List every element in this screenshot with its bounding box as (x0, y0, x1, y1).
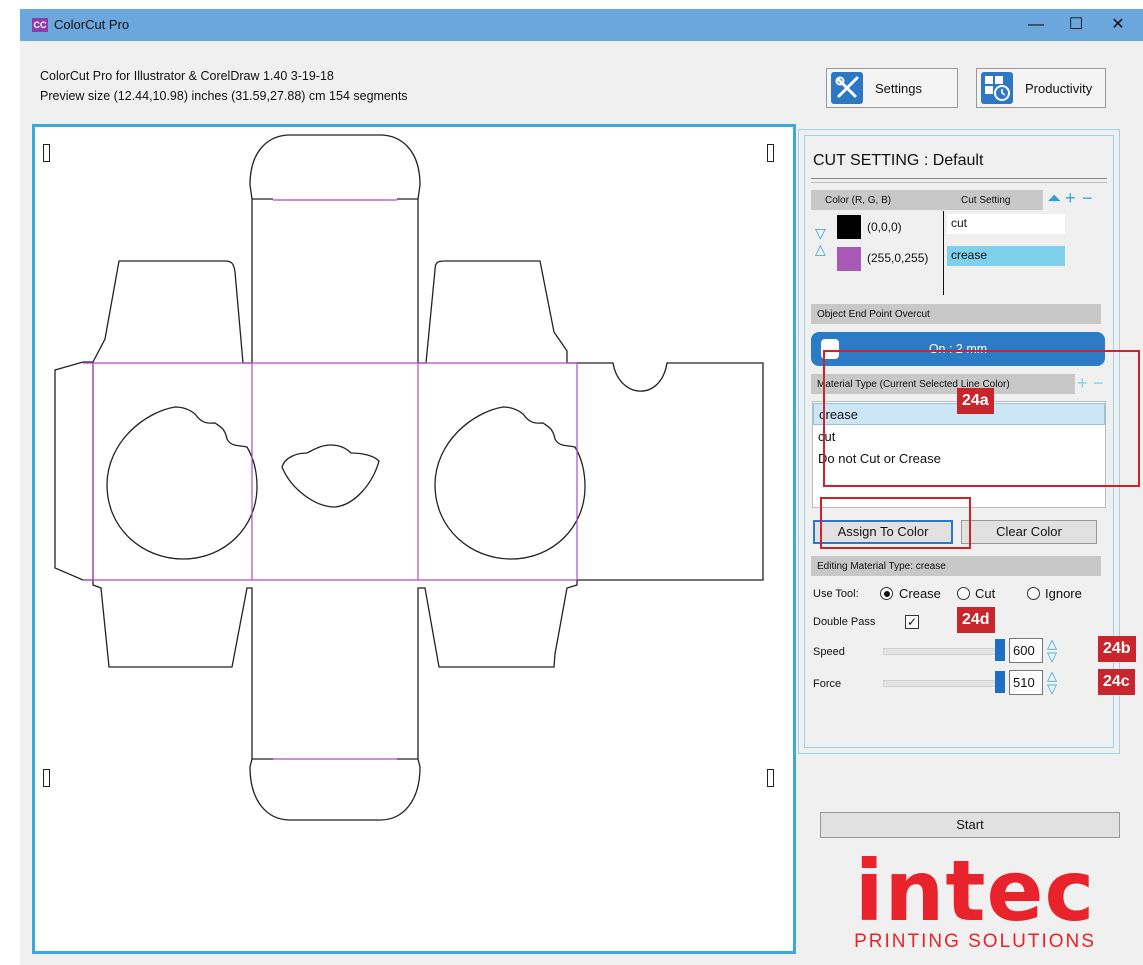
editing-header-label: Editing Material Type: crease (817, 561, 946, 572)
maximize-button[interactable]: ☐ (1056, 11, 1096, 39)
overcut-header-label: Object End Point Overcut (817, 309, 930, 320)
preview-canvas[interactable] (32, 124, 796, 954)
speed-input[interactable]: 600 (1009, 638, 1043, 663)
add-icon[interactable]: + (1065, 189, 1076, 207)
speed-slider-thumb[interactable] (995, 639, 1005, 661)
editing-header: Editing Material Type: crease (811, 556, 1101, 576)
version-text: ColorCut Pro for Illustrator & CorelDraw… (40, 69, 334, 83)
callout-24c: 24c (1098, 669, 1135, 695)
corner-marker (767, 769, 774, 787)
remove-icon[interactable]: − (1082, 189, 1093, 207)
rgb-value: (255,0,255) (867, 251, 929, 265)
minimize-button[interactable]: — (1016, 11, 1056, 39)
color-table-header: Color (R, G, B) Cut Setting (811, 190, 1043, 210)
title-bar: CC ColorCut Pro — ☐ ✕ (20, 9, 1143, 41)
rgb-value: (0,0,0) (867, 220, 902, 234)
tools-icon (831, 72, 863, 104)
intec-logo-subtitle: PRINTING SOLUTIONS (854, 931, 1096, 952)
speed-label: Speed (813, 646, 845, 658)
cut-radio-label: Cut (975, 586, 996, 601)
window-title: ColorCut Pro (54, 17, 130, 32)
speed-slider[interactable] (883, 648, 1005, 655)
ignore-radio[interactable] (1027, 587, 1040, 600)
divider (811, 182, 1107, 183)
start-button[interactable]: Start (820, 812, 1120, 838)
force-input[interactable]: 510 (1009, 670, 1043, 695)
move-up-icon[interactable]: ⏶ (1047, 189, 1061, 207)
col-color-header: Color (R, G, B) (825, 195, 892, 206)
color-swatch-magenta[interactable] (837, 247, 861, 271)
use-tool-label: Use Tool: (813, 588, 859, 600)
cut-setting-value[interactable]: cut (947, 214, 1065, 234)
callout-box-assign (820, 497, 971, 549)
main-window: ColorCut Pro for Illustrator & CorelDraw… (20, 41, 1143, 965)
cut-radio[interactable] (957, 587, 970, 600)
divider (811, 178, 1107, 179)
productivity-label: Productivity (1025, 80, 1093, 96)
dieline-drawing (54, 134, 764, 821)
force-slider[interactable] (883, 680, 1005, 687)
app-icon: CC (32, 18, 48, 32)
crease-radio[interactable] (880, 587, 893, 600)
overcut-header: Object End Point Overcut (811, 304, 1101, 324)
move-up-icon[interactable]: △ (815, 242, 826, 256)
speed-down-icon[interactable]: ▽ (1047, 650, 1057, 664)
force-slider-thumb[interactable] (995, 671, 1005, 693)
col-setting-header: Cut Setting (961, 195, 1011, 206)
callout-24a: 24a (957, 388, 994, 414)
corner-marker (43, 144, 50, 162)
move-down-icon[interactable]: ▽ (815, 226, 826, 240)
clear-color-button[interactable]: Clear Color (961, 520, 1097, 544)
callout-box-material (823, 350, 1140, 487)
callout-24b: 24b (1098, 636, 1136, 662)
color-swatch-black[interactable] (837, 215, 861, 239)
double-pass-label: Double Pass (813, 616, 876, 628)
preview-size-text: Preview size (12.44,10.98) inches (31.59… (40, 89, 408, 103)
productivity-button[interactable]: Productivity (976, 68, 1106, 108)
cut-setting-title: CUT SETTING : Default (813, 152, 984, 169)
force-label: Force (813, 678, 842, 690)
corner-marker (43, 769, 50, 787)
settings-label: Settings (875, 80, 922, 96)
ignore-radio-label: Ignore (1045, 586, 1082, 601)
corner-marker (767, 144, 774, 162)
intec-logo: intec (854, 842, 1096, 940)
double-pass-checkbox[interactable]: ✓ (905, 615, 919, 629)
force-down-icon[interactable]: ▽ (1047, 682, 1057, 696)
settings-button[interactable]: Settings (826, 68, 958, 108)
close-button[interactable]: ✕ (1098, 11, 1138, 39)
cut-setting-value[interactable]: crease (947, 246, 1065, 266)
crease-radio-label: Crease (899, 586, 941, 601)
callout-24d: 24d (957, 607, 995, 633)
productivity-icon (981, 72, 1013, 104)
column-divider (943, 211, 944, 295)
